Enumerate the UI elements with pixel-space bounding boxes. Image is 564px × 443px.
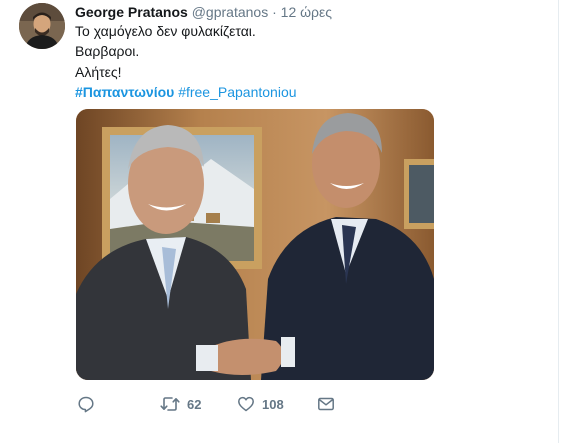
tweet-text-line-3: Αλήτες! (75, 64, 122, 80)
hashtag-free-papantoniou[interactable]: #free_Papantoniou (178, 84, 296, 100)
author-name[interactable]: George Pratanos (75, 4, 188, 20)
header-separator: · (272, 4, 277, 20)
like-button[interactable]: 108 (237, 394, 284, 414)
tweet-timestamp[interactable]: 12 ώρες (281, 4, 332, 20)
timeline-divider (558, 0, 559, 443)
envelope-icon (317, 395, 335, 413)
hashtag-row: #Παπαντωνίου #free_Papantoniou (75, 83, 297, 101)
like-count: 108 (262, 396, 284, 412)
heart-icon (237, 395, 255, 413)
retweet-count: 62 (187, 396, 202, 412)
tweet-text-line-1: Το χαμόγελο δεν φυλακίζεται. (75, 23, 256, 39)
avatar[interactable] (19, 3, 65, 49)
reply-icon (77, 395, 95, 413)
retweet-icon (160, 395, 180, 413)
direct-message-button[interactable] (317, 394, 335, 414)
hashtag-papantoniou[interactable]: #Παπαντωνίου (75, 84, 174, 100)
reply-button[interactable] (77, 394, 95, 414)
tweet-photo[interactable] (76, 109, 434, 380)
author-handle[interactable]: @gpratanos (192, 4, 268, 20)
retweet-button[interactable]: 62 (160, 394, 201, 414)
tweet-header: George Pratanos @gpratanos · 12 ώρες (75, 3, 332, 21)
tweet-text-line-2: Βαρβαροι. (75, 43, 140, 59)
